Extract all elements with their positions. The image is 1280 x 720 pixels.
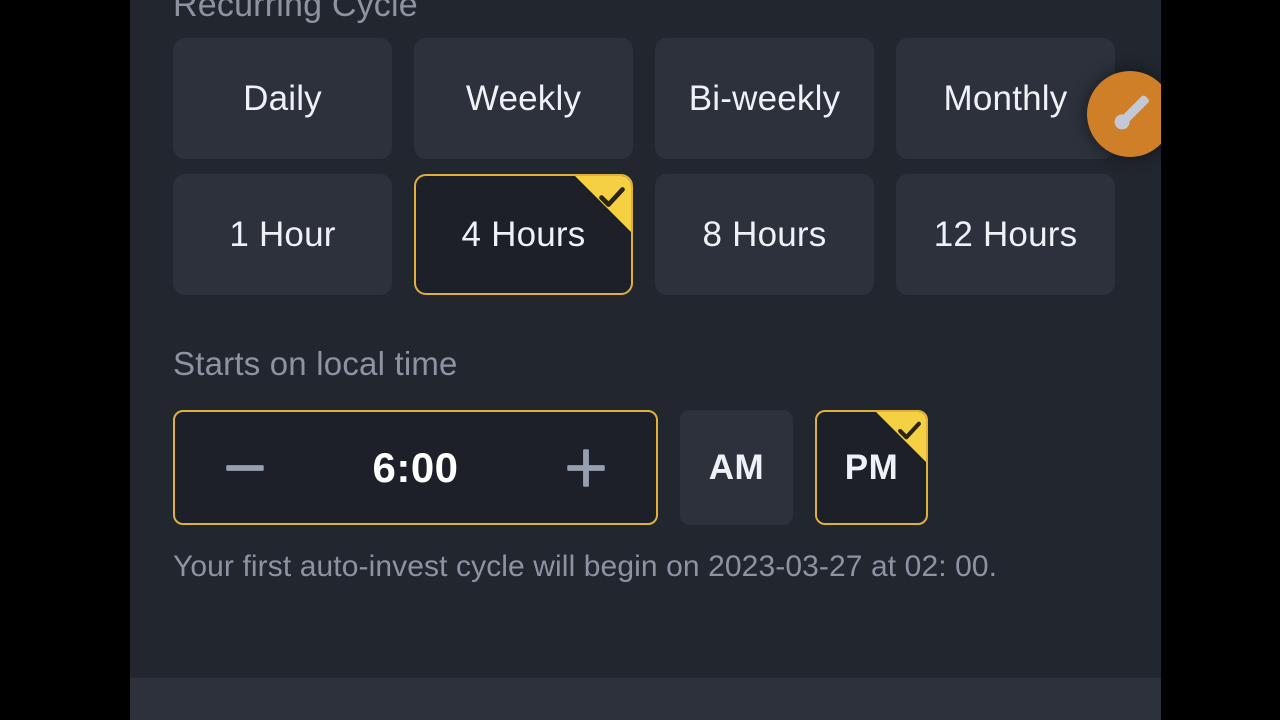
letterbox-right xyxy=(1161,0,1280,720)
first-cycle-note: Your first auto-invest cycle will begin … xyxy=(173,550,998,583)
frequency-option-monthly[interactable]: Monthly xyxy=(896,38,1115,159)
brush-icon xyxy=(1114,95,1149,130)
minus-icon xyxy=(226,464,264,471)
start-time-label: Starts on local time xyxy=(173,345,458,382)
meridiem-option-pm[interactable]: PM xyxy=(815,410,928,525)
bottom-bar xyxy=(130,678,1161,720)
interval-option-4-hours[interactable]: 4 Hours xyxy=(414,174,633,295)
frequency-option-daily-label: Daily xyxy=(243,78,322,118)
plus-icon xyxy=(567,448,605,487)
screen-root: Recurring Cycle Daily Weekly Bi-weekly M… xyxy=(0,0,1280,720)
interval-option-4-hours-label: 4 Hours xyxy=(461,214,586,254)
meridiem-option-am-label: AM xyxy=(708,447,765,487)
time-decrement-button[interactable] xyxy=(217,440,273,496)
frequency-option-weekly[interactable]: Weekly xyxy=(414,38,633,159)
interval-option-1-hour-label: 1 Hour xyxy=(229,214,336,254)
time-stepper: 6:00 xyxy=(173,410,658,525)
frequency-options-row: Daily Weekly Bi-weekly Monthly xyxy=(173,38,1115,159)
time-value[interactable]: 6:00 xyxy=(273,444,558,492)
frequency-option-bi-weekly-label: Bi-weekly xyxy=(688,78,841,118)
check-icon xyxy=(898,421,921,440)
interval-option-1-hour[interactable]: 1 Hour xyxy=(173,174,392,295)
frequency-option-bi-weekly[interactable]: Bi-weekly xyxy=(655,38,874,159)
interval-option-12-hours[interactable]: 12 Hours xyxy=(896,174,1115,295)
frequency-option-monthly-label: Monthly xyxy=(943,78,1068,118)
check-icon xyxy=(599,187,625,207)
interval-options-row: 1 Hour 4 Hours 8 Hours 12 Hours xyxy=(173,174,1115,295)
interval-option-8-hours[interactable]: 8 Hours xyxy=(655,174,874,295)
start-time-row: 6:00 AM PM xyxy=(173,410,928,525)
frequency-option-daily[interactable]: Daily xyxy=(173,38,392,159)
interval-option-12-hours-label: 12 Hours xyxy=(933,214,1078,254)
meridiem-option-pm-label: PM xyxy=(844,447,899,487)
app-viewport: Recurring Cycle Daily Weekly Bi-weekly M… xyxy=(130,0,1161,720)
meridiem-option-am[interactable]: AM xyxy=(680,410,793,525)
interval-option-8-hours-label: 8 Hours xyxy=(702,214,827,254)
time-increment-button[interactable] xyxy=(558,440,614,496)
frequency-option-weekly-label: Weekly xyxy=(465,78,582,118)
page-title: Recurring Cycle xyxy=(173,0,418,24)
letterbox-left xyxy=(0,0,130,720)
